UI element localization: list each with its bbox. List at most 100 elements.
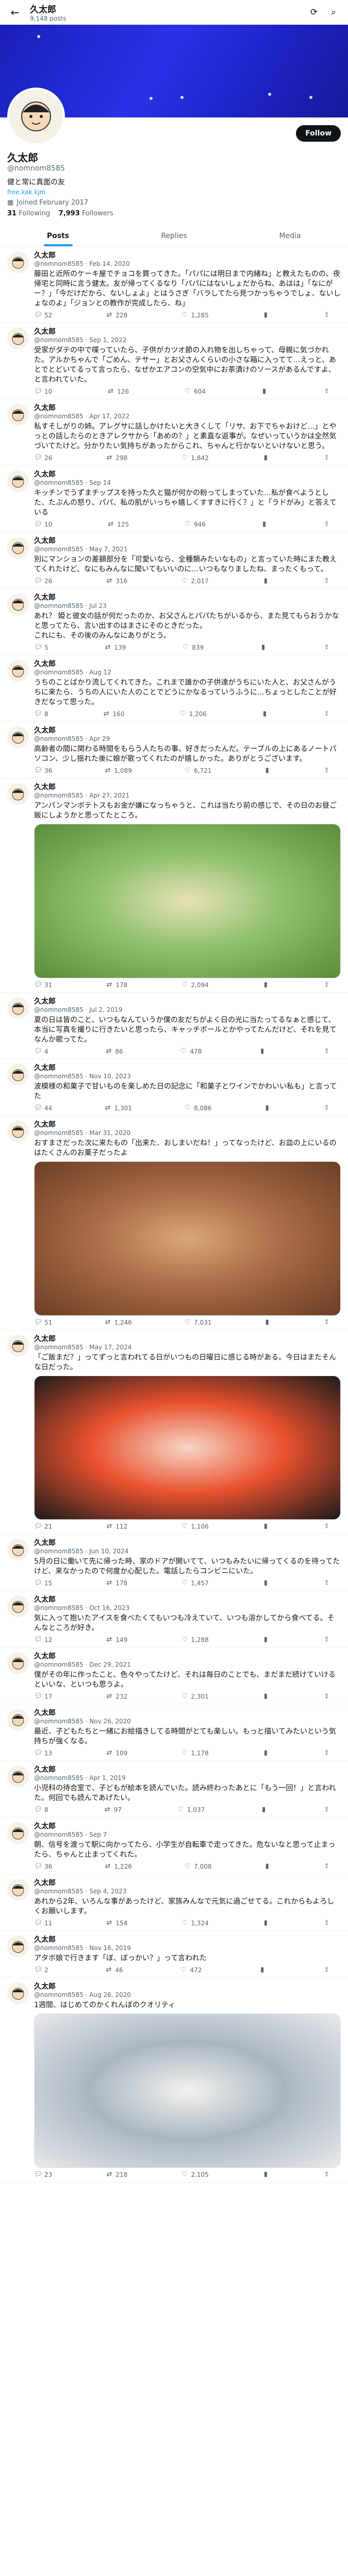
tweet-avatar[interactable] — [7, 726, 29, 748]
reply-button[interactable]: 💬︎ 26 — [34, 577, 52, 585]
tweet[interactable]: 久太郎 @nomnom8585 · Apr 27, 2021 アンパンマンボテト… — [0, 778, 348, 993]
views-button[interactable]: ▮ — [262, 1692, 270, 1700]
tweet-author-name[interactable]: 久太郎 — [34, 594, 341, 602]
reply-button[interactable]: 💬︎ 8 — [34, 710, 48, 718]
tweet-avatar[interactable] — [7, 328, 29, 349]
tweet-avatar[interactable] — [7, 1335, 29, 1357]
like-button[interactable]: ♡ 2,301 — [180, 1692, 209, 1700]
reply-button[interactable]: 💬︎ 12 — [34, 1636, 52, 1643]
profile-link[interactable]: free.kak.kjm — [7, 189, 341, 196]
tweet-author-name[interactable]: 久太郎 — [34, 404, 341, 413]
repost-button[interactable]: ⇄ 112 — [105, 1522, 127, 1530]
repost-button[interactable]: ⇄ 46 — [105, 1966, 123, 1974]
tweet[interactable]: 久太郎 @nomnom8585 · Sep 4, 2023 あれから2年、いろん… — [0, 1874, 348, 1931]
views-button[interactable]: ▮ — [260, 1806, 268, 1814]
tweet-avatar[interactable] — [7, 470, 29, 492]
share-button[interactable]: ⇪ — [323, 643, 330, 651]
like-button[interactable]: ♡ 6,721 — [184, 767, 212, 774]
tweet-avatar[interactable] — [7, 594, 29, 615]
tweet[interactable]: 久太郎 @nomnom8585 · Jun 10, 2024 5月の日に働いて先… — [0, 1534, 348, 1591]
share-button[interactable]: ⇪ — [323, 1919, 330, 1927]
views-button[interactable]: ▮ — [262, 1919, 270, 1927]
like-button[interactable]: ♡ 7,008 — [184, 1862, 212, 1870]
repost-button[interactable]: ⇄ 178 — [105, 981, 127, 989]
reply-button[interactable]: 💬︎ 36 — [34, 1862, 52, 1870]
tweet[interactable]: 久太郎 @nomnom8585 · Nov 16, 2019 アタボ娘で行きます… — [0, 1931, 348, 1978]
reply-button[interactable]: 💬︎ 2 — [34, 1966, 48, 1974]
like-button[interactable]: ♡ 1,842 — [180, 454, 209, 462]
tweet[interactable]: 久太郎 @nomnom8585 · Feb 14, 2020 藤田と近所のケーキ… — [0, 247, 348, 323]
arrow-left-icon[interactable]: ← — [6, 4, 24, 21]
search-icon[interactable]: ⌕ — [325, 4, 342, 21]
views-button[interactable]: ▮ — [262, 1579, 270, 1587]
repost-button[interactable]: ⇄ 232 — [105, 1692, 127, 1700]
repost-button[interactable]: ⇄ 149 — [105, 1636, 127, 1643]
like-button[interactable]: ♡ 2,094 — [180, 981, 209, 989]
reply-button[interactable]: 💬︎ 10 — [34, 520, 52, 528]
tweet-author-name[interactable]: 久太郎 — [34, 783, 341, 792]
tweet-author-name[interactable]: 久太郎 — [34, 1064, 341, 1073]
tweet-avatar[interactable] — [7, 1652, 29, 1674]
tweet[interactable]: 久太郎 @nomnom8585 · Aug 12 うちのことばかり流してくれてき… — [0, 655, 348, 722]
views-button[interactable]: ▮ — [263, 1104, 271, 1112]
like-button[interactable]: ♡ 1,324 — [180, 1919, 209, 1927]
refresh-icon[interactable]: ⟳ — [306, 4, 322, 21]
tweet[interactable]: 久太郎 @nomnom8585 · Dec 29, 2021 僕がその年に作った… — [0, 1648, 348, 1704]
tweet-author-name[interactable]: 久太郎 — [34, 1766, 341, 1774]
reply-button[interactable]: 💬︎ 51 — [34, 1318, 52, 1326]
tweet-avatar[interactable] — [7, 1879, 29, 1901]
tweet-author-name[interactable]: 久太郎 — [34, 1709, 341, 1718]
followers-link[interactable]: 7,993 Followers — [59, 210, 113, 217]
share-button[interactable]: ⇪ — [323, 981, 330, 989]
tweet[interactable]: 久太郎 @nomnom8585 · Jul 2, 2019 夏の日は皆のこと、い… — [0, 993, 348, 1059]
views-button[interactable]: ▮ — [262, 311, 270, 319]
repost-button[interactable]: ⇄ 160 — [103, 710, 125, 718]
reply-button[interactable]: 💬︎ 44 — [34, 1104, 52, 1112]
views-button[interactable]: ▮ — [263, 1862, 271, 1870]
follow-button[interactable]: Follow — [296, 125, 341, 142]
tweet-author-name[interactable]: 久太郎 — [34, 726, 341, 735]
share-button[interactable]: ⇪ — [323, 311, 330, 319]
like-button[interactable]: ♡ 1,288 — [180, 1636, 209, 1643]
like-button[interactable]: ♡ 1,178 — [180, 1749, 209, 1757]
tweet-avatar[interactable] — [7, 404, 29, 426]
share-button[interactable]: ⇪ — [323, 1522, 330, 1530]
tweet-avatar[interactable] — [7, 660, 29, 682]
repost-button[interactable]: ⇄ 228 — [105, 311, 127, 319]
share-button[interactable]: ⇪ — [323, 710, 330, 718]
reply-button[interactable]: 💬︎ 23 — [34, 2171, 52, 2178]
share-button[interactable]: ⇪ — [323, 1966, 330, 1974]
views-button[interactable]: ▮ — [262, 1522, 270, 1530]
tweet-avatar[interactable] — [7, 1064, 29, 1086]
repost-button[interactable]: ⇄ 316 — [105, 577, 127, 585]
reply-button[interactable]: 💬︎ 21 — [34, 1522, 52, 1530]
share-button[interactable]: ⇪ — [323, 520, 330, 528]
like-button[interactable]: ♡ 7,031 — [184, 1318, 212, 1326]
tweet-avatar[interactable] — [7, 1596, 29, 1617]
tab-replies[interactable]: Replies — [116, 225, 232, 246]
like-button[interactable]: ♡ 472 — [179, 1966, 202, 1974]
tweet[interactable]: 久太郎 @nomnom8585 · Sep 1, 2022 受家がダテの中で喋っ… — [0, 323, 348, 399]
like-button[interactable]: ♡ 478 — [179, 1047, 202, 1055]
views-button[interactable]: ▮ — [260, 520, 268, 528]
share-button[interactable]: ⇪ — [323, 1047, 330, 1055]
tweet-avatar[interactable] — [7, 1709, 29, 1731]
tab-media[interactable]: Media — [232, 225, 348, 246]
tweet-avatar[interactable] — [7, 1539, 29, 1561]
tweet-avatar[interactable] — [7, 251, 29, 273]
tweet-avatar[interactable] — [7, 1822, 29, 1844]
views-button[interactable]: ▮ — [262, 1636, 270, 1643]
repost-button[interactable]: ⇄ 1,226 — [104, 1862, 132, 1870]
share-button[interactable]: ⇪ — [323, 387, 330, 395]
views-button[interactable]: ▮ — [259, 643, 267, 651]
views-button[interactable]: ▮ — [262, 1749, 270, 1757]
repost-button[interactable]: ⇄ 109 — [105, 1749, 127, 1757]
share-button[interactable]: ⇪ — [323, 1636, 330, 1643]
tweet[interactable]: 久太郎 @nomnom8585 · Sep 14 キッチンでうずまチップスを持っ… — [0, 466, 348, 532]
share-button[interactable]: ⇪ — [323, 1806, 330, 1814]
tweet-avatar[interactable] — [7, 997, 29, 1019]
repost-button[interactable]: ⇄ 298 — [105, 454, 127, 462]
views-button[interactable]: ▮ — [261, 710, 269, 718]
reply-button[interactable]: 💬︎ 17 — [34, 1692, 52, 1700]
tweet[interactable]: 久太郎 @nomnom8585 · Sep 7 朝、信号を渡って駅に向かってたら… — [0, 1818, 348, 1874]
